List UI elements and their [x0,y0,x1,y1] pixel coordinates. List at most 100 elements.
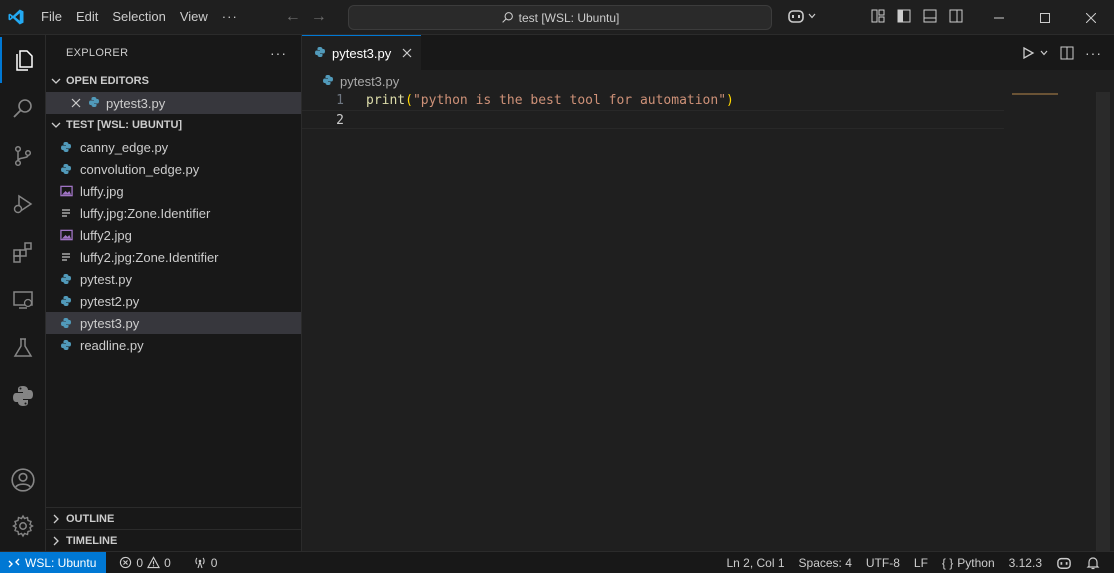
remote-indicator[interactable]: WSL: Ubuntu [0,551,107,573]
notifications-bell-icon[interactable] [1079,552,1114,573]
search-icon [501,12,513,23]
menu-view[interactable]: View [173,5,215,29]
python-interpreter[interactable]: 3.12.3 [1002,552,1049,573]
warning-count: 0 [164,555,171,570]
vertical-scrollbar[interactable] [1096,92,1110,551]
extensions-icon[interactable] [0,229,46,275]
file-name: canny_edge.py [80,139,169,155]
source-control-icon[interactable] [0,133,46,179]
python-file-icon [60,295,74,307]
end-of-line[interactable]: LF [907,552,935,573]
file-item[interactable]: pytest3.py [46,312,301,334]
menu-selection[interactable]: Selection [105,5,172,29]
file-name: pytest.py [80,271,133,287]
more-menu-icon[interactable]: ··· [215,5,245,29]
editor-more-actions-icon[interactable]: ··· [1085,45,1102,61]
workspace-section-header[interactable]: TEST [WSL: UBUNTU] [46,114,301,136]
tab-bar: pytest3.py ··· [302,35,1114,70]
title-bar: File Edit Selection View ··· ← → test [W… [0,0,1114,35]
code-editor[interactable]: 1 print("python is the best tool for aut… [302,91,1004,129]
file-item[interactable]: pytest.py [46,268,301,290]
menu-bar: File Edit Selection View ··· [34,5,245,29]
minimap[interactable] [1012,93,1058,95]
maximize-icon[interactable] [1022,0,1068,35]
file-item[interactable]: canny_edge.py [46,136,301,158]
background-artifact [1105,190,1114,310]
file-name: convolution_edge.py [80,161,200,177]
explorer-icon[interactable] [0,37,46,83]
python-icon[interactable] [0,373,46,419]
settings-gear-icon[interactable] [0,503,46,549]
language-label: Python [957,555,995,570]
file-item[interactable]: luffy2.jpg [46,224,301,246]
file-name: pytest2.py [80,293,140,309]
explorer-header: EXPLORER ··· [46,35,301,70]
file-name: luffy.jpg:Zone.Identifier [80,205,211,221]
ports-indicator[interactable]: 0 [186,552,225,573]
text-file-icon [60,251,74,263]
chevron-right-icon [53,514,59,523]
editor-tab[interactable]: pytest3.py [302,35,421,70]
image-file-icon [60,229,74,241]
file-item[interactable]: readline.py [46,334,301,356]
remote-explorer-icon[interactable] [0,277,46,323]
timeline-section-header[interactable]: TIMELINE [46,529,301,551]
explorer-more-actions-icon[interactable]: ··· [270,45,287,61]
customize-layout-icon[interactable] [870,8,886,24]
timeline-label: TIMELINE [66,534,118,547]
open-editors-section-header[interactable]: OPEN EDITORS [46,70,301,92]
file-item[interactable]: luffy2.jpg:Zone.Identifier [46,246,301,268]
forward-arrow-icon[interactable]: → [311,8,327,26]
broadcast-icon [195,557,205,569]
code-line: 1 print("python is the best tool for aut… [302,91,1004,110]
file-item[interactable]: convolution_edge.py [46,158,301,180]
close-tab-icon[interactable] [401,47,413,59]
file-item[interactable]: luffy.jpg [46,180,301,202]
close-window-icon[interactable] [1068,0,1114,35]
run-debug-icon[interactable] [0,181,46,227]
run-python-file-icon[interactable] [1021,46,1035,60]
close-icon[interactable] [70,97,82,109]
toggle-panel-icon[interactable] [922,8,938,24]
ports-count: 0 [210,555,218,570]
chevron-down-icon[interactable] [1039,48,1049,58]
status-bar: WSL: Ubuntu 0 0 0 Ln 2, Col 1 Spaces: 4 … [0,551,1114,573]
chevron-down-icon [51,122,61,128]
menu-file[interactable]: File [34,5,69,29]
indentation[interactable]: Spaces: 4 [792,552,859,573]
copilot-menu[interactable] [787,8,817,24]
back-arrow-icon[interactable]: ← [285,8,301,26]
problems-indicator[interactable]: 0 0 [112,552,177,573]
outline-label: OUTLINE [66,512,115,525]
window-controls [976,0,1114,35]
minimize-icon[interactable] [976,0,1022,35]
tab-label: pytest3.py [332,45,392,61]
accounts-icon[interactable] [0,457,46,503]
toggle-secondary-sidebar-icon[interactable] [948,8,964,24]
cursor-position[interactable]: Ln 2, Col 1 [719,552,791,573]
python-file-icon [88,96,100,111]
language-mode[interactable]: { } Python [935,552,1002,573]
chevron-down-icon [808,13,816,19]
breadcrumb-file[interactable]: pytest3.py [340,74,399,89]
split-editor-icon[interactable] [1059,45,1075,61]
file-name: readline.py [80,337,144,353]
breadcrumb: pytest3.py [302,70,1114,92]
menu-edit[interactable]: Edit [69,5,105,29]
open-editor-item[interactable]: pytest3.py [46,92,301,114]
encoding[interactable]: UTF-8 [859,552,907,573]
code-text: print("python is the best tool for autom… [348,91,734,110]
search-view-icon[interactable] [0,85,46,131]
toggle-primary-sidebar-icon[interactable] [896,8,912,24]
testing-icon[interactable] [0,325,46,371]
explorer-sidebar: EXPLORER ··· OPEN EDITORS pytest3.py TES… [46,35,302,551]
file-item[interactable]: luffy.jpg:Zone.Identifier [46,202,301,224]
copilot-status-icon[interactable] [1049,552,1079,573]
file-name: luffy2.jpg [80,227,132,243]
file-item[interactable]: pytest2.py [46,290,301,312]
outline-section-header[interactable]: OUTLINE [46,507,301,529]
command-center[interactable]: test [WSL: Ubuntu] [348,5,772,30]
python-file-icon [60,273,74,285]
text-file-icon [60,207,74,219]
